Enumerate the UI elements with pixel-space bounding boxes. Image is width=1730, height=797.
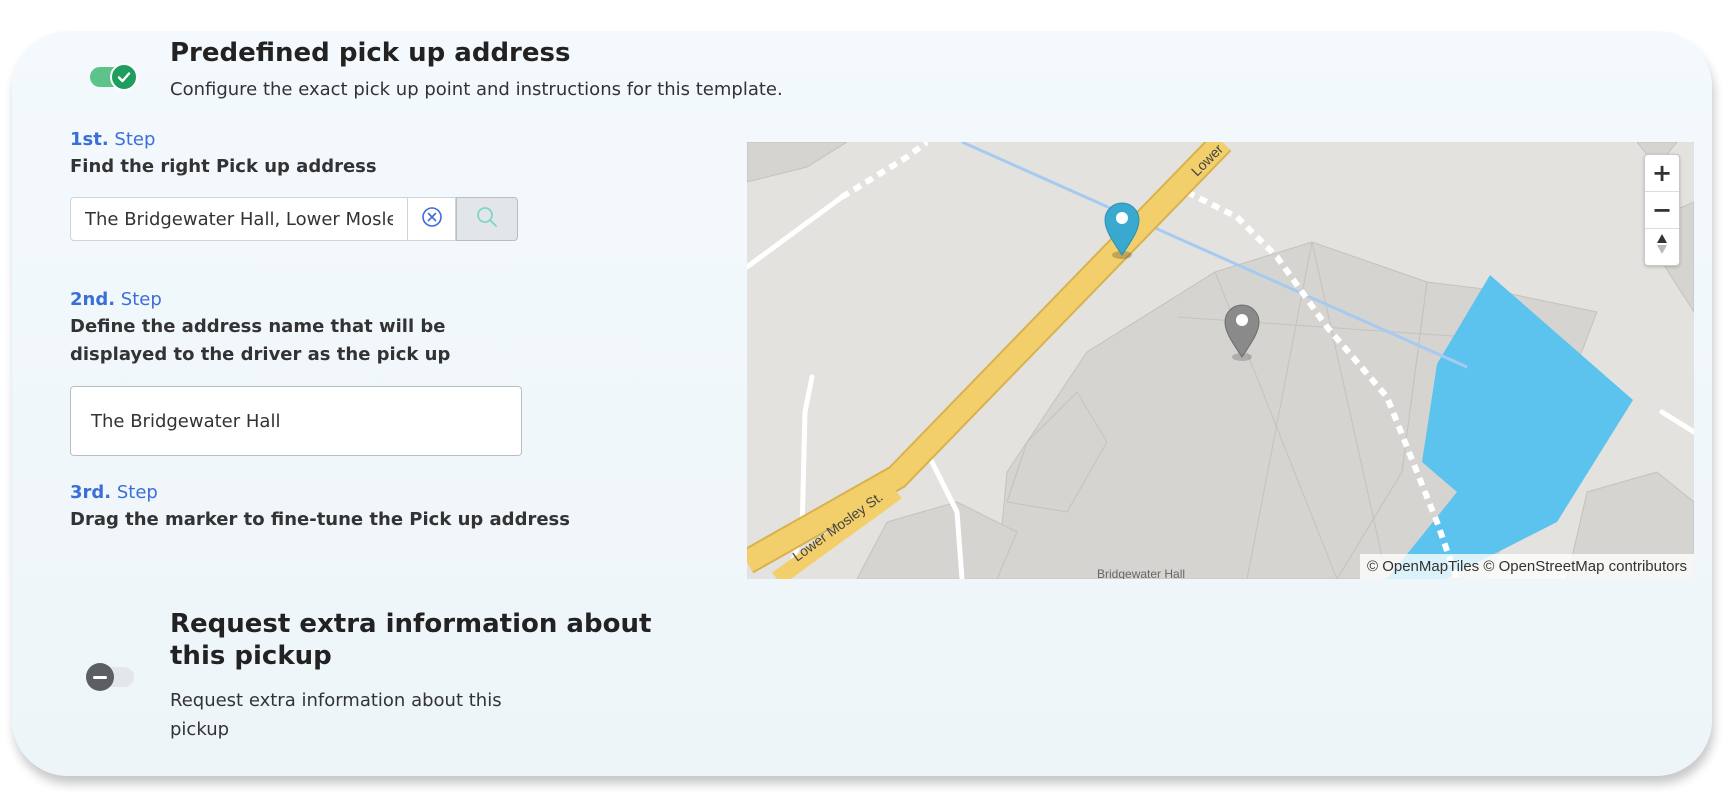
- reset-north-button[interactable]: [1645, 229, 1679, 265]
- zoom-controls: + −: [1644, 154, 1680, 266]
- clear-circle-icon: [421, 206, 443, 232]
- extra-info-toggle[interactable]: [86, 663, 134, 691]
- extra-info-description: Request extra information about this pic…: [170, 690, 502, 740]
- step-3-text: Drag the marker to fine-tune the Pick up…: [70, 509, 570, 530]
- map-canvas: Lower Mosley St. Lower Bridgewater Hall: [747, 142, 1694, 579]
- building-label: Bridgewater Hall: [1097, 567, 1185, 579]
- minus-icon: [86, 663, 114, 691]
- pickup-description: Configure the exact pick up point and in…: [170, 79, 783, 100]
- pickup-map[interactable]: Lower Mosley St. Lower Bridgewater Hall …: [747, 142, 1694, 579]
- step-3-heading: 3rd. Step: [70, 482, 158, 503]
- check-icon: [110, 63, 138, 91]
- zoom-in-button[interactable]: +: [1645, 155, 1679, 192]
- address-search-group: [70, 197, 518, 241]
- search-button[interactable]: [456, 197, 518, 241]
- step-1-text: Find the right Pick up address: [70, 156, 377, 177]
- extra-info-title: Request extra information about this pic…: [170, 609, 652, 671]
- map-attribution[interactable]: © OpenMapTiles © OpenStreetMap contribut…: [1359, 554, 1694, 579]
- pickup-title: Predefined pick up address: [170, 38, 571, 68]
- step-2-text: Define the address name that will be dis…: [70, 316, 451, 365]
- address-search-input[interactable]: [70, 197, 408, 241]
- address-name-input[interactable]: [70, 386, 522, 456]
- clear-search-button[interactable]: [408, 197, 456, 241]
- pickup-settings-card: Predefined pick up address Configure the…: [12, 31, 1712, 776]
- pickup-toggle[interactable]: [90, 63, 138, 91]
- compass-icon: [1655, 233, 1669, 261]
- step-1-heading: 1st. Step: [70, 129, 156, 150]
- zoom-out-button[interactable]: −: [1645, 192, 1679, 229]
- search-icon: [475, 205, 499, 233]
- step-2-heading: 2nd. Step: [70, 289, 162, 310]
